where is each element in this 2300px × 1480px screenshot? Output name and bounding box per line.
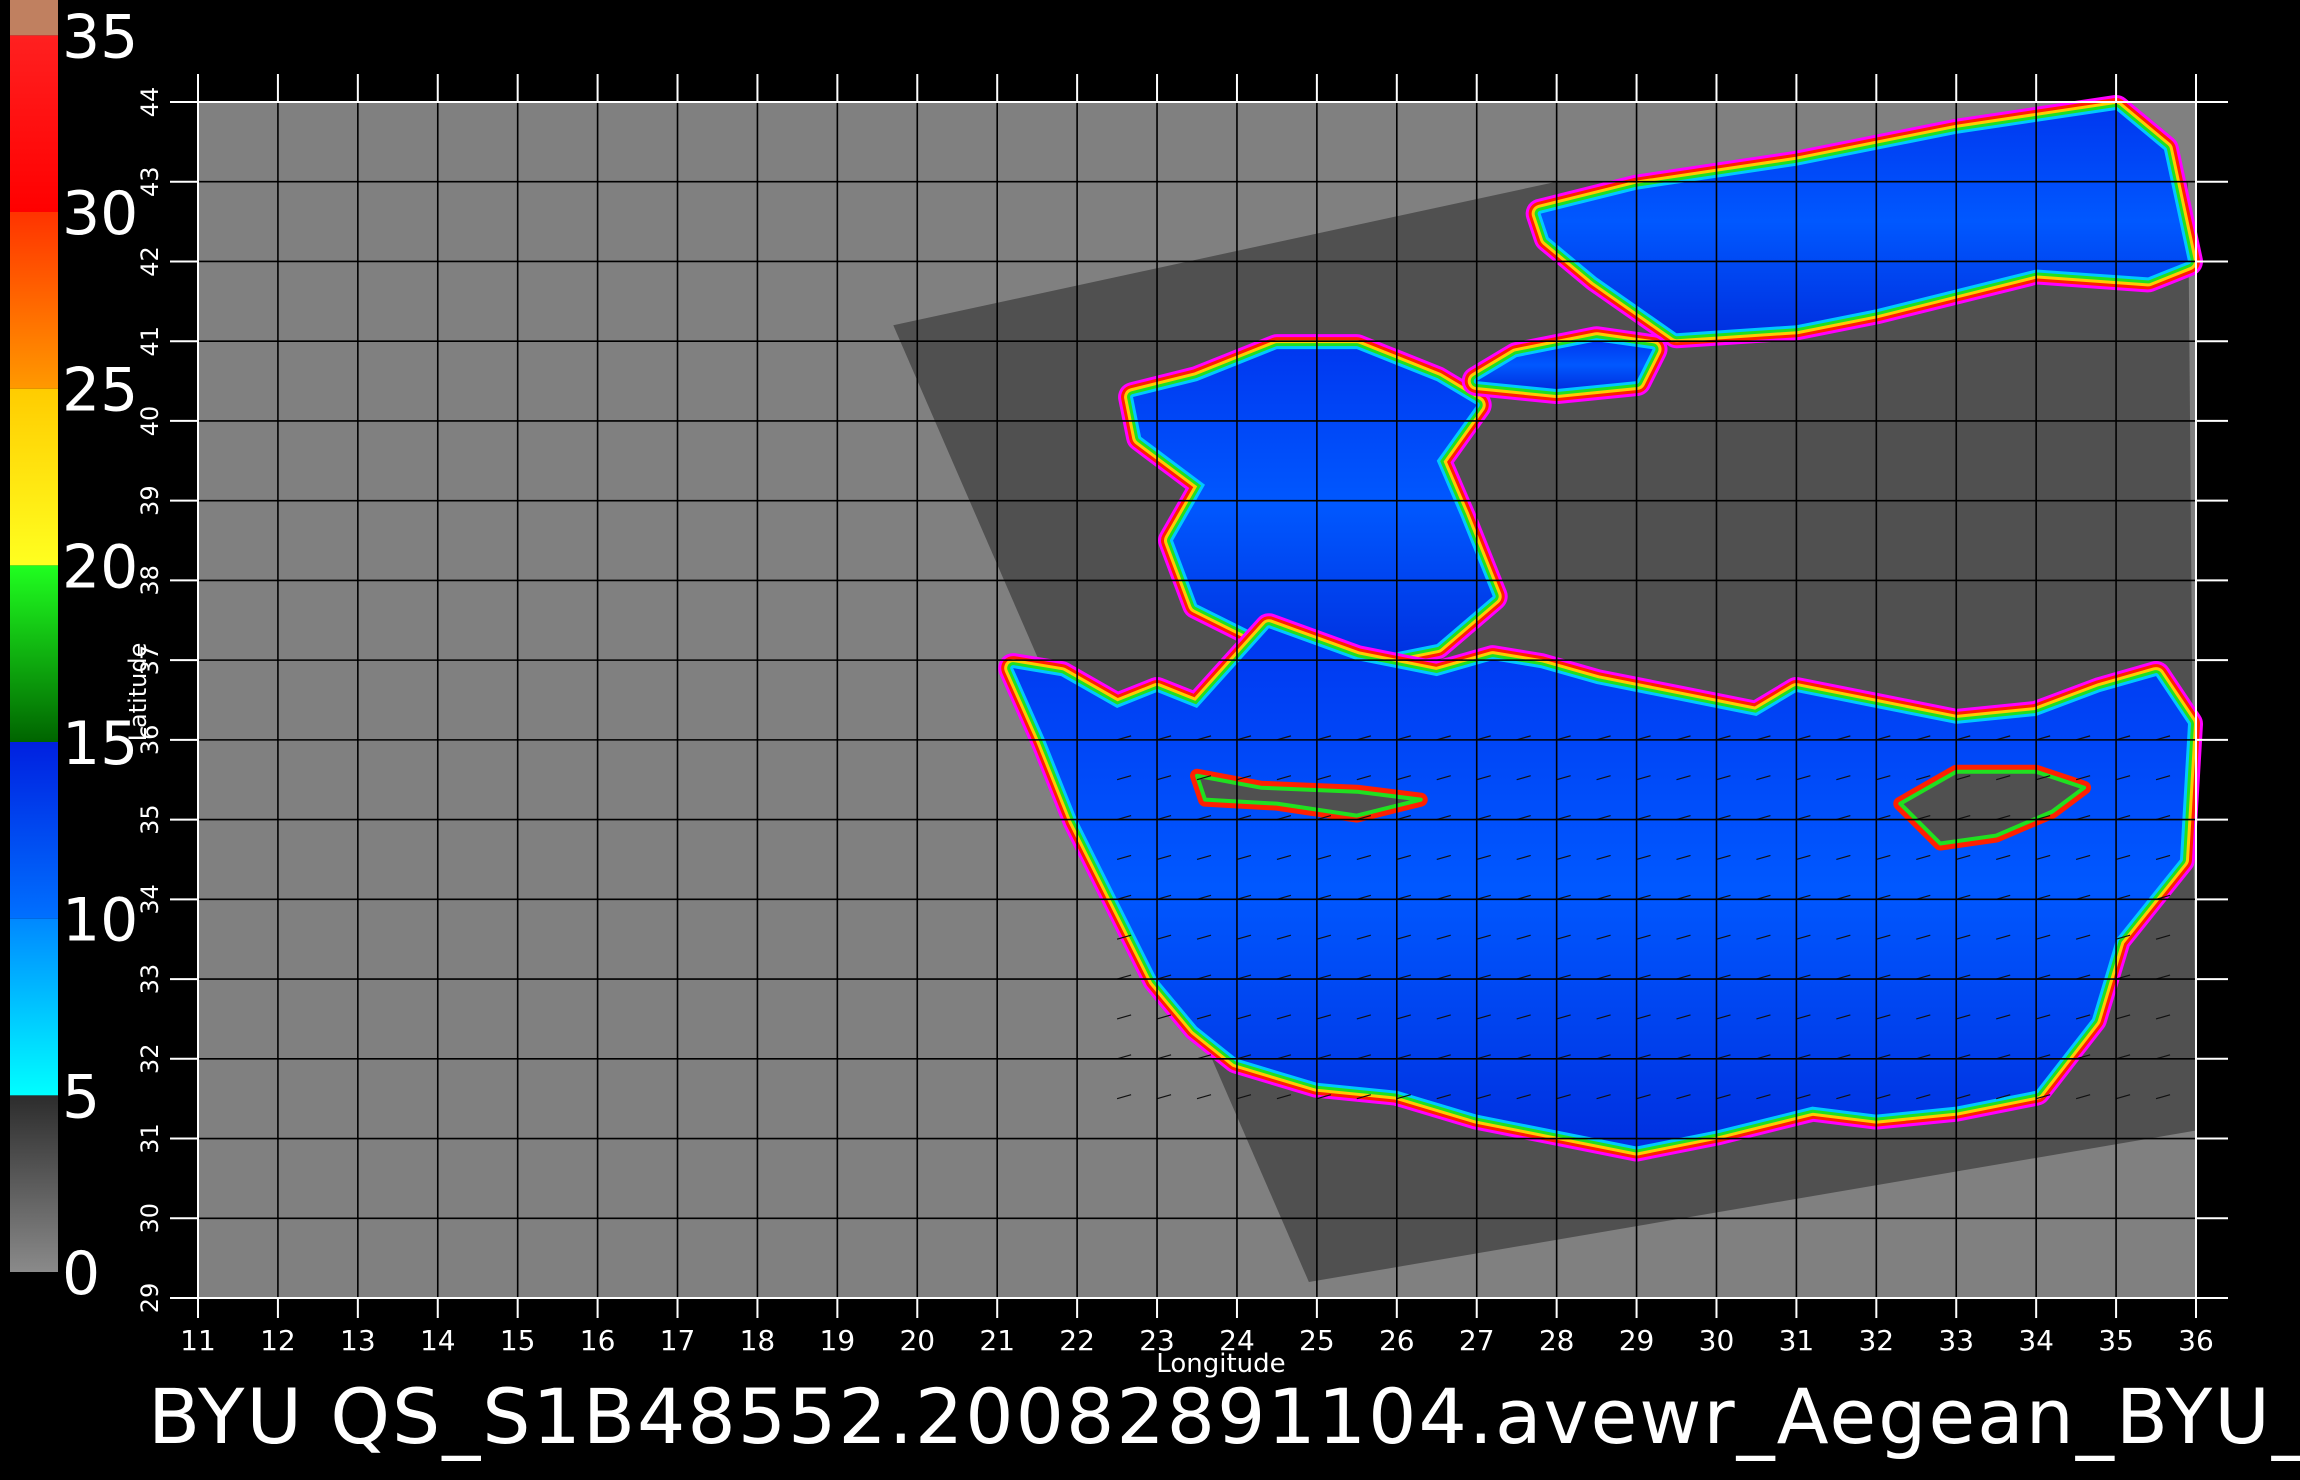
y-tick-label: 31 [136, 1123, 164, 1154]
x-tick-label: 32 [1858, 1324, 1894, 1357]
colorbar-label: 5 [62, 1062, 100, 1132]
x-tick-label: 27 [1459, 1324, 1495, 1357]
y-tick-label: 33 [136, 964, 164, 995]
x-tick-label: 15 [500, 1324, 536, 1357]
x-tick-label: 18 [740, 1324, 776, 1357]
y-tick-label: 30 [136, 1203, 164, 1234]
y-tick-label: 38 [136, 565, 164, 596]
x-tick-label: 33 [1938, 1324, 1974, 1357]
x-tick-label: 14 [420, 1324, 456, 1357]
x-tick-label: 12 [260, 1324, 296, 1357]
y-tick-label: 29 [136, 1283, 164, 1314]
colorbar-label: 10 [62, 886, 138, 956]
colorbar-band [10, 1095, 58, 1272]
colorbar-label: 0 [62, 1239, 100, 1309]
x-tick-label: 20 [899, 1324, 935, 1357]
y-axis-label: Latitude [124, 643, 152, 742]
x-tick-label: 30 [1699, 1324, 1735, 1357]
colorbar-band [10, 388, 58, 566]
figure-title: BYU QS_S1B48552.20082891104.avewr_Aegean… [148, 1372, 2300, 1461]
y-tick-label: 44 [136, 87, 164, 118]
y-tick-label: 34 [136, 884, 164, 915]
map-figure: 35 30 25 20 15 10 5 0 11 12 13 14 15 16 17 18 19 20 21 22 2… [0, 0, 2300, 1480]
colorbar-band [10, 35, 58, 213]
map-plot: 35302520151050 11 12 13 14 15 16 17 18 19 20 21 22 2… [10, 0, 2228, 1379]
colorbar-label: 25 [62, 356, 138, 426]
y-tick-label: 41 [136, 326, 164, 357]
colorbar-band [10, 918, 58, 1096]
colorbar-band [10, 212, 58, 389]
x-tick-label: 31 [1779, 1324, 1815, 1357]
colorbar-label: 30 [62, 179, 138, 249]
colorbar-band [10, 0, 58, 36]
x-tick-label: 21 [979, 1324, 1015, 1357]
x-tick-label: 19 [820, 1324, 856, 1357]
colorbar-band [10, 742, 58, 919]
colorbar: 35302520151050 [10, 0, 138, 1309]
x-tick-label: 13 [340, 1324, 376, 1357]
x-tick-label: 36 [2178, 1324, 2214, 1357]
x-tick-label: 25 [1299, 1324, 1335, 1357]
y-tick-label: 40 [136, 406, 164, 437]
x-tick-label: 26 [1379, 1324, 1415, 1357]
y-tick-label: 39 [136, 485, 164, 516]
y-tick-label: 35 [136, 804, 164, 835]
x-tick-label: 22 [1059, 1324, 1095, 1357]
x-tick-label: 35 [2098, 1324, 2134, 1357]
y-tick-label: 42 [136, 246, 164, 277]
x-tick-label: 34 [2018, 1324, 2054, 1357]
x-tick-label: 28 [1539, 1324, 1575, 1357]
x-tick-label: 11 [180, 1324, 216, 1357]
colorbar-band [10, 565, 58, 742]
x-tick-label: 16 [580, 1324, 616, 1357]
x-tick-label: 17 [660, 1324, 696, 1357]
x-tick-label: 29 [1619, 1324, 1655, 1357]
y-tick-label: 43 [136, 166, 164, 197]
y-tick-label: 32 [136, 1044, 164, 1075]
colorbar-label: 20 [62, 532, 138, 602]
colorbar-label: 35 [62, 2, 138, 72]
